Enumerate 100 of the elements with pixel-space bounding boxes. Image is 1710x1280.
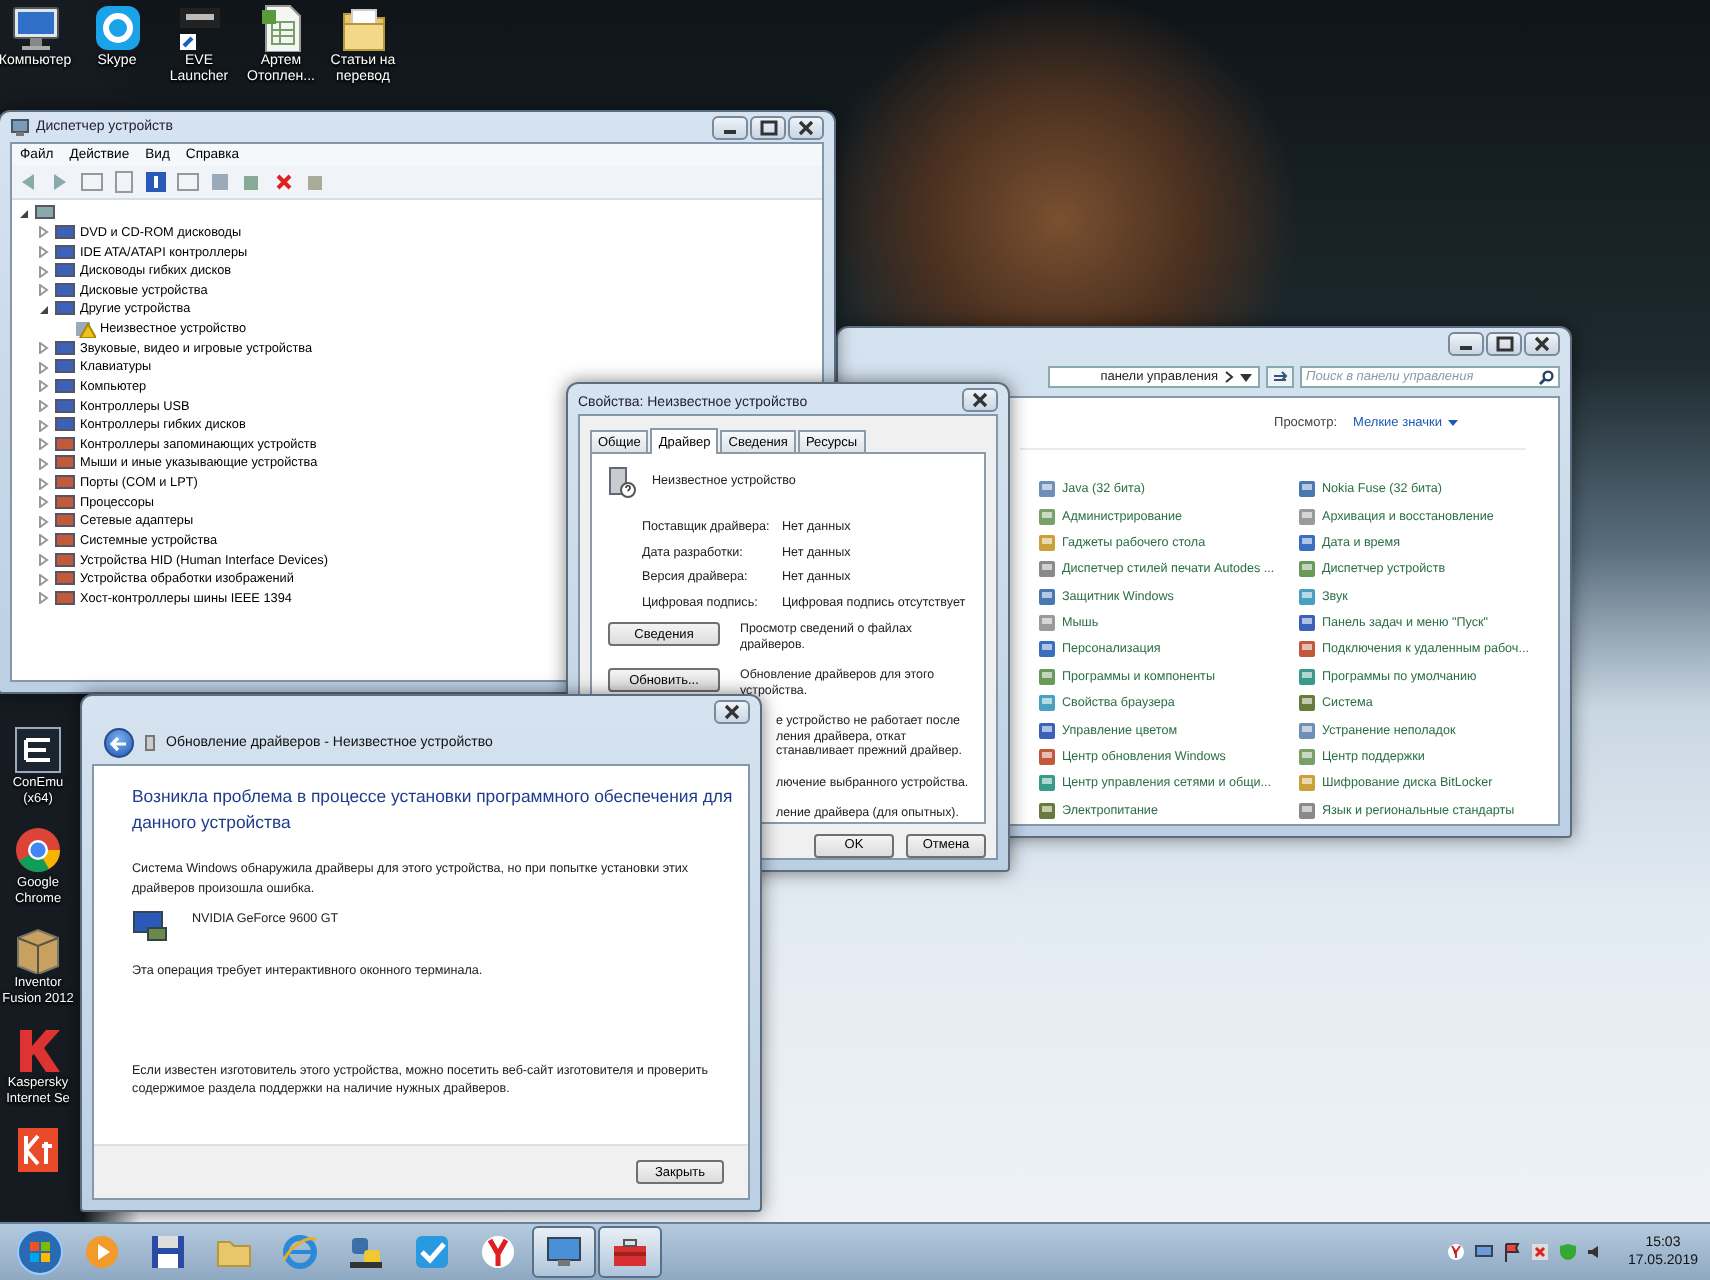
window-icon[interactable] [112,170,136,194]
caret-icon [1448,419,1458,426]
device-icon [54,339,76,358]
expand-arrow-icon[interactable] [38,592,50,605]
expand-arrow-icon[interactable] [38,457,50,470]
help-icon[interactable] [144,170,168,194]
device-icon [10,118,30,136]
device-icon [54,377,76,396]
dropdown-arrow-icon[interactable] [1240,373,1252,381]
applet-icon [1298,533,1316,552]
flag-icon[interactable] [1501,1242,1522,1262]
chevron-icon [1224,370,1234,384]
expand-arrow-icon[interactable] [38,284,50,297]
minimize-button[interactable] [1448,332,1484,356]
applet-icon [1038,480,1056,499]
applet-icon [1298,694,1316,713]
device-icon [54,281,76,300]
device-icon [54,512,76,531]
window-icon[interactable] [80,170,104,194]
applet-icon [1038,507,1056,525]
applet-icon [1038,667,1056,686]
applet-icon [1038,587,1056,606]
taskbar-button[interactable] [532,1226,596,1278]
device-icon [54,223,76,242]
device-icon [54,493,76,512]
close-button[interactable] [788,116,824,140]
collapse-arrow-icon[interactable] [38,303,50,316]
device-icon [54,531,76,550]
cross-icon[interactable] [272,170,296,194]
applet-icon [1038,533,1056,552]
globe-icon [280,1232,320,1272]
applet-icon [1298,614,1316,633]
device-icon [54,243,76,262]
expand-arrow-icon[interactable] [38,554,50,567]
play-circle-icon [82,1232,122,1272]
device-icon [54,416,76,435]
applet-icon [1038,748,1056,767]
expand-arrow-icon[interactable] [38,573,50,586]
applet-icon [1298,507,1316,525]
expand-arrow-icon[interactable] [38,342,50,355]
close-button[interactable] [962,388,998,412]
applet-icon [1038,614,1056,633]
applet-icon [1038,560,1056,579]
applet-icon [1298,640,1316,659]
device-icon [54,358,76,377]
start-button[interactable] [12,1226,68,1278]
device-icon [54,454,76,473]
applet-icon [1038,801,1056,820]
collapse-arrow-icon[interactable] [18,207,30,220]
monitor-icon[interactable] [7,4,63,52]
applet-icon [1038,721,1056,740]
expand-arrow-icon[interactable] [38,534,50,547]
expand-arrow-icon[interactable] [38,419,50,432]
expand-arrow-icon[interactable] [38,246,50,259]
computer-icon [34,204,56,223]
windows-logo-icon [16,1228,64,1276]
close-button[interactable] [714,700,750,724]
expand-arrow-icon[interactable] [38,226,50,239]
terminal-icon[interactable] [10,726,66,774]
device-icon [54,262,76,281]
expand-arrow-icon[interactable] [38,515,50,528]
search-icon[interactable] [1538,369,1554,385]
applet-icon [1038,640,1056,659]
applet-icon [1298,801,1316,820]
expand-arrow-icon[interactable] [38,380,50,393]
applet-icon [1298,560,1316,579]
expand-arrow-icon[interactable] [38,477,50,490]
taskbar-button[interactable] [598,1226,662,1278]
applet-icon [1298,667,1316,686]
device-icon [144,734,156,752]
two-square-logo-icon [346,1232,386,1272]
device-icon [54,589,76,608]
window-icon[interactable] [176,170,200,194]
device-question-icon [608,466,636,498]
floppy-icon [148,1232,188,1272]
applet-icon [1298,774,1316,793]
maximize-button[interactable] [1486,332,1522,356]
minimize-button[interactable] [712,116,748,140]
checkmark-icon [412,1232,452,1272]
expand-arrow-icon[interactable] [38,496,50,509]
left-arrow-icon [110,735,128,751]
device-icon [54,474,76,493]
expand-arrow-icon[interactable] [38,438,50,451]
expand-arrow-icon[interactable] [38,400,50,413]
close-button[interactable] [1524,332,1560,356]
y-logo-icon[interactable] [1445,1242,1466,1262]
device-icon[interactable] [240,170,264,194]
maximize-button[interactable] [750,116,786,140]
device-icon [54,551,76,570]
back-button[interactable] [104,728,134,758]
expand-arrow-icon[interactable] [38,361,50,374]
applet-icon [1298,587,1316,606]
cross-icon[interactable] [1529,1242,1550,1262]
device-icon [54,435,76,454]
circle-logo-icon[interactable] [10,826,66,874]
refresh-button[interactable] [1266,366,1294,388]
expand-arrow-icon[interactable] [38,265,50,278]
y-logo-icon [478,1232,518,1272]
applet-icon [1298,748,1316,767]
applet-icon [1038,774,1056,793]
